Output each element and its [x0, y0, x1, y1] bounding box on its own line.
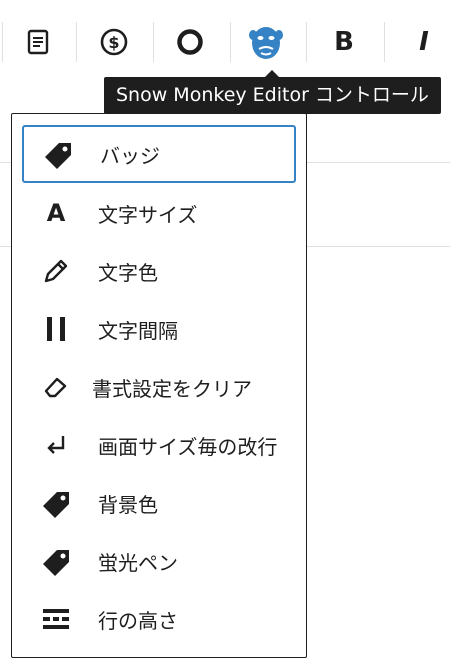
eraser-icon [38, 369, 74, 405]
menu-item-label: 文字サイズ [98, 202, 198, 227]
toolbar-divider [2, 22, 3, 62]
menu-item-label: 画面サイズ毎の改行 [98, 434, 278, 459]
toolbar-divider [153, 22, 154, 62]
monkey-icon[interactable] [246, 22, 286, 62]
font-size-glyph: A [46, 199, 66, 227]
italic-button[interactable]: I [404, 22, 444, 62]
menu-item-label: 文字間隔 [98, 318, 178, 343]
dollar-icon[interactable]: $ [94, 22, 134, 62]
menu-item-label: 蛍光ペン [98, 550, 178, 575]
circle-icon[interactable] [170, 22, 210, 62]
menu-item-clear-format[interactable]: 書式設定をクリア [22, 358, 296, 416]
letter-spacing-icon [38, 311, 74, 347]
menu-item-text-color[interactable]: 文字色 [22, 242, 296, 300]
bold-button[interactable]: B [324, 22, 364, 62]
block-toolbar: $ B I [0, 0, 450, 84]
menu-item-background-color[interactable]: 背景色 [22, 474, 296, 532]
menu-item-label: 文字色 [98, 260, 158, 285]
tag-icon [38, 543, 74, 579]
format-dropdown-menu: バッジ A 文字サイズ 文字色 文字間隔 書式設定をクリア 画面サイズ毎の改行 … [11, 113, 307, 658]
menu-item-highlighter[interactable]: 蛍光ペン [22, 532, 296, 590]
list-icon[interactable] [18, 22, 58, 62]
pencil-icon [38, 253, 74, 289]
tag-icon [40, 136, 76, 172]
menu-item-line-break[interactable]: 画面サイズ毎の改行 [22, 416, 296, 474]
toolbar-divider [230, 22, 231, 62]
return-arrow-icon [38, 427, 74, 463]
menu-item-badge[interactable]: バッジ [22, 125, 296, 183]
tooltip: Snow Monkey Editor コントロール [104, 70, 441, 114]
menu-item-label: 背景色 [98, 492, 158, 517]
menu-item-label: 行の高さ [98, 608, 178, 633]
menu-item-letter-spacing[interactable]: 文字間隔 [22, 300, 296, 358]
menu-item-font-size[interactable]: A 文字サイズ [22, 184, 296, 242]
svg-text:$: $ [108, 33, 119, 52]
menu-item-label: バッジ [100, 143, 160, 168]
line-height-icon [38, 601, 74, 637]
tag-icon [38, 485, 74, 521]
toolbar-divider [384, 22, 385, 62]
menu-item-label: 書式設定をクリア [92, 376, 252, 401]
menu-item-line-height[interactable]: 行の高さ [22, 590, 296, 648]
toolbar-divider [306, 22, 307, 62]
toolbar-divider [76, 22, 77, 62]
font-size-icon: A [38, 195, 74, 231]
